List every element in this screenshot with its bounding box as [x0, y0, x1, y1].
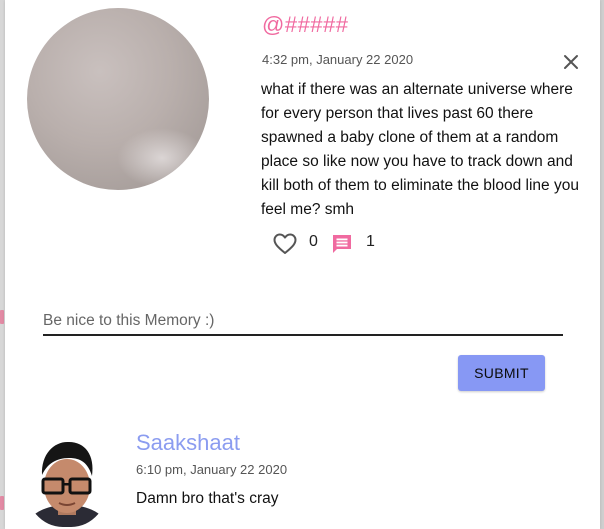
background-accent-mark [0, 496, 4, 510]
author-handle: @##### [262, 12, 349, 37]
post-message: what if there was an alternate universe … [261, 81, 579, 218]
background-accent-mark [0, 310, 4, 324]
like-button[interactable] [273, 233, 297, 255]
close-icon [564, 55, 578, 69]
comment-author[interactable]: Saakshaat [136, 430, 240, 456]
comment-icon [333, 235, 351, 253]
comment-count: 1 [366, 233, 375, 250]
comment-input[interactable] [43, 308, 563, 336]
background-page-right [600, 0, 604, 529]
author-avatar [27, 8, 209, 190]
like-count: 0 [309, 233, 318, 250]
commenter-avatar [25, 431, 109, 527]
comments-button[interactable] [331, 233, 353, 255]
comment-timestamp: 6:10 pm, January 22 2020 [136, 462, 288, 477]
heart-icon [273, 233, 297, 254]
close-button[interactable] [561, 52, 581, 72]
memory-dialog: @##### 4:32 pm, January 22 2020 what if … [5, 0, 600, 529]
comment-text: Damn bro that's cray [136, 490, 279, 507]
submit-button[interactable]: SUBMIT [458, 355, 545, 391]
post-timestamp: 4:32 pm, January 22 2020 [262, 52, 414, 67]
